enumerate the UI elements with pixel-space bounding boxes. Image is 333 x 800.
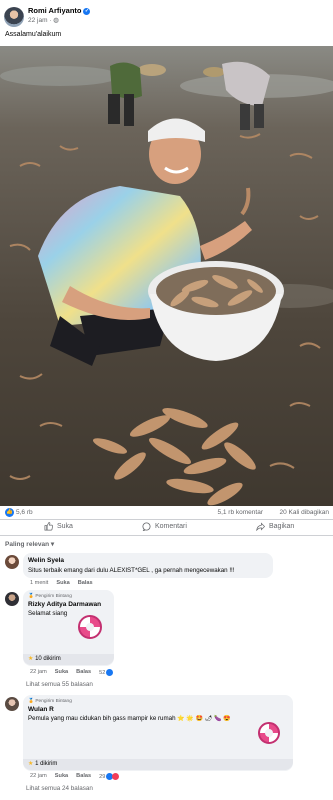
comment-reply-button[interactable]: Balas	[76, 669, 91, 676]
divider	[0, 535, 333, 536]
comment-icon	[142, 522, 151, 531]
comment-sort-dropdown[interactable]: Paling relevan ▾	[5, 540, 54, 548]
star-sender-badge: 🏅 Pengirim Bintang	[28, 594, 72, 599]
stars-sent-bar[interactable]: ★ 10 dikirim	[23, 654, 114, 665]
post-photo[interactable]	[0, 46, 333, 506]
comment-label: Komentari	[155, 523, 187, 530]
star-icon: ★	[28, 761, 34, 767]
reaction-count[interactable]: 29	[99, 773, 120, 780]
post-caption: Assalamu'alaikum	[5, 31, 62, 38]
avatar[interactable]	[5, 555, 19, 569]
share-count[interactable]: 20 Kali dibagikan	[279, 509, 329, 516]
comment-text: Pemula yang mau cidukan bih gass mampir …	[28, 715, 231, 722]
view-replies-link[interactable]: Lihat semua 55 balasan	[26, 681, 93, 688]
comment-time: 22 jam	[30, 773, 47, 779]
commenter-name[interactable]: Rizky Aditya Darmawan	[28, 601, 101, 608]
reaction-count-value: 29	[99, 773, 106, 780]
like-reaction-icon: 👍	[5, 508, 14, 517]
comment-count[interactable]: 5,1 rb komentar	[217, 509, 263, 516]
post-meta: 22 jam · ◍	[28, 16, 59, 24]
commenter-name[interactable]: Wulan R	[28, 706, 54, 713]
comment-text-body: Pemula yang mau cidukan bih gass mampir …	[28, 715, 176, 722]
badge-label: Pengirim Bintang	[35, 699, 72, 704]
stars-sent-label: 10 dikirim	[35, 656, 61, 662]
like-button[interactable]: Suka	[44, 522, 73, 531]
like-reaction-icon	[106, 669, 114, 676]
comment-text: Situs terbaik emang dari dulu ALEXIST*GE…	[28, 567, 235, 574]
comment-like-button[interactable]: Suka	[56, 580, 69, 586]
comment-button[interactable]: Komentari	[142, 522, 187, 531]
stars-sent-bar[interactable]: ★ 1 dikirim	[23, 759, 293, 770]
avatar[interactable]	[5, 697, 19, 711]
shrimp-harvest-photo	[0, 46, 333, 506]
comment-meta: 22 jam Suka Balas 29	[30, 773, 120, 780]
comment-reply-button[interactable]: Balas	[78, 580, 93, 586]
share-button[interactable]: Bagikan	[256, 522, 294, 531]
reaction-count-value: 52	[99, 669, 106, 676]
lifebuoy-sticker-icon	[258, 722, 280, 744]
reaction-stats: 👍 5,6 rb 5,1 rb komentar 20 Kali dibagik…	[0, 506, 333, 520]
emoji-sequence: ⭐ 🌟 🤩 🌶 🍆 😍	[177, 716, 231, 722]
like-count[interactable]: 5,6 rb	[16, 509, 33, 516]
love-reaction-icon	[112, 773, 120, 780]
chevron-down-icon: ▾	[50, 541, 55, 548]
like-label: Suka	[57, 523, 73, 530]
commenter-name[interactable]: Welin Syela	[28, 557, 64, 564]
comment-meta: 1 menit Suka Balas	[30, 580, 93, 586]
reaction-count[interactable]: 52	[99, 669, 114, 676]
comment-text: Selamat siang	[28, 610, 68, 617]
comment-like-button[interactable]: Suka	[55, 773, 68, 780]
badge-icon: 🏅	[28, 594, 34, 599]
verified-badge-icon: ✓	[83, 7, 91, 15]
avatar[interactable]	[5, 592, 19, 606]
post-actions: Suka Komentari Bagikan	[0, 519, 333, 535]
comment-reply-button[interactable]: Balas	[76, 773, 91, 780]
share-icon	[256, 522, 265, 531]
comment-like-button[interactable]: Suka	[55, 669, 68, 676]
stars-sent-label: 1 dikirim	[35, 761, 58, 767]
star-icon: ★	[28, 656, 34, 662]
comment-meta: 22 jam Suka Balas 52	[30, 669, 114, 676]
thumbs-up-icon	[44, 522, 53, 531]
view-replies-link[interactable]: Lihat semua 24 balasan	[26, 785, 93, 792]
author-name-text[interactable]: Romi Arfiyanto	[28, 6, 81, 15]
share-label: Bagikan	[269, 523, 295, 530]
globe-icon: · ◍	[49, 17, 59, 24]
comment-time: 1 menit	[30, 580, 49, 586]
post-header: Romi Arfiyanto ✓ 22 jam · ◍ Assalamu'alai…	[0, 0, 333, 46]
lifebuoy-sticker-icon	[78, 615, 102, 639]
author-name[interactable]: Romi Arfiyanto ✓	[28, 6, 91, 15]
sort-label: Paling relevan	[5, 541, 50, 548]
badge-label: Pengirim Bintang	[35, 594, 72, 599]
comment-time: 22 jam	[30, 669, 47, 675]
post-time[interactable]: 22 jam	[28, 17, 48, 24]
badge-icon: 🏅	[28, 699, 34, 704]
star-sender-badge: 🏅 Pengirim Bintang	[28, 699, 72, 704]
author-avatar[interactable]	[4, 7, 24, 27]
